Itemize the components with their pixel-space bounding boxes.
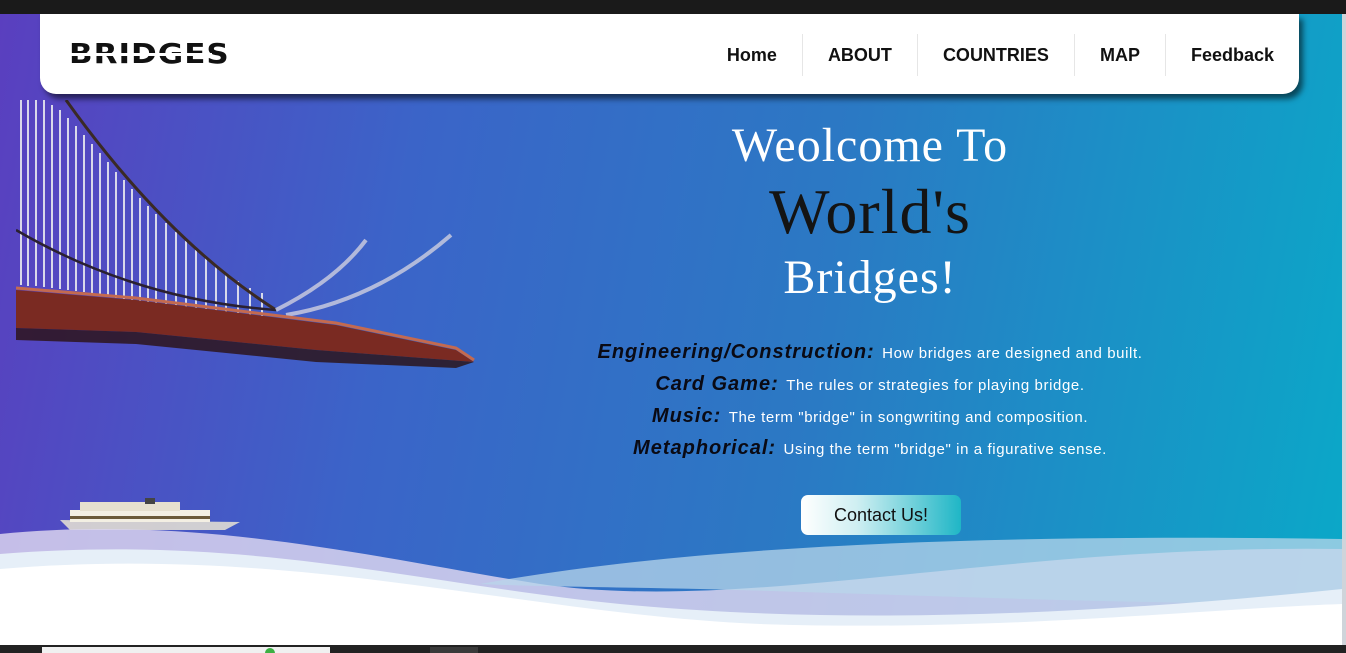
topic-item: Card Game: The rules or strategies for p… [520, 368, 1220, 400]
bridge-rising-cable-1 [275, 238, 368, 312]
bridge-rising-cable-2 [285, 233, 453, 317]
topic-term: Metaphorical: [633, 437, 777, 459]
hero-title-line3: Bridges! [783, 251, 957, 304]
topic-desc: The rules or strategies for playing brid… [786, 377, 1085, 394]
nav-home[interactable]: Home [702, 34, 802, 76]
hero-page: BRIDGES Home ABOUT COUNTRIES MAP Feedbac… [0, 14, 1342, 645]
taskbar-item[interactable] [430, 647, 478, 653]
hero-title-line1: Weolcome To [731, 119, 1009, 172]
topic-item: Metaphorical: Using the term "bridge" in… [520, 432, 1220, 464]
top-navbar: BRIDGES Home ABOUT COUNTRIES MAP Feedbac… [40, 14, 1299, 94]
topic-item: Music: The term "bridge" in songwriting … [520, 400, 1220, 432]
status-dot-icon [265, 648, 275, 653]
hero-title-line2: World's [769, 176, 971, 247]
topic-term: Music: [651, 405, 722, 427]
topic-item: Engineering/Construction: How bridges ar… [520, 336, 1220, 368]
topic-term: Card Game: [655, 373, 779, 395]
nav-links: Home ABOUT COUNTRIES MAP Feedback [702, 34, 1299, 76]
nav-countries[interactable]: COUNTRIES [916, 34, 1074, 76]
topic-desc: The term "bridge" in songwriting and com… [728, 409, 1089, 426]
logo-strike-line [70, 53, 212, 56]
topic-desc: How bridges are designed and built. [882, 345, 1143, 362]
topic-desc: Using the term "bridge" in a figurative … [783, 441, 1107, 458]
bridge-main-cable [64, 100, 277, 312]
taskbar-item[interactable] [42, 647, 330, 653]
taskbar [0, 645, 1346, 653]
contact-us-button[interactable]: Contact Us! [801, 495, 961, 535]
nav-about[interactable]: ABOUT [801, 34, 917, 76]
nav-feedback[interactable]: Feedback [1164, 34, 1299, 76]
scrollbar[interactable] [1342, 14, 1346, 645]
nav-map[interactable]: MAP [1073, 34, 1165, 76]
wave-decoration [0, 529, 1342, 645]
hero-content: Weolcome To World's Bridges! Engineering… [520, 118, 1220, 535]
bridge-image [16, 100, 475, 368]
topic-list: Engineering/Construction: How bridges ar… [520, 336, 1220, 464]
topic-term: Engineering/Construction: [597, 341, 875, 363]
